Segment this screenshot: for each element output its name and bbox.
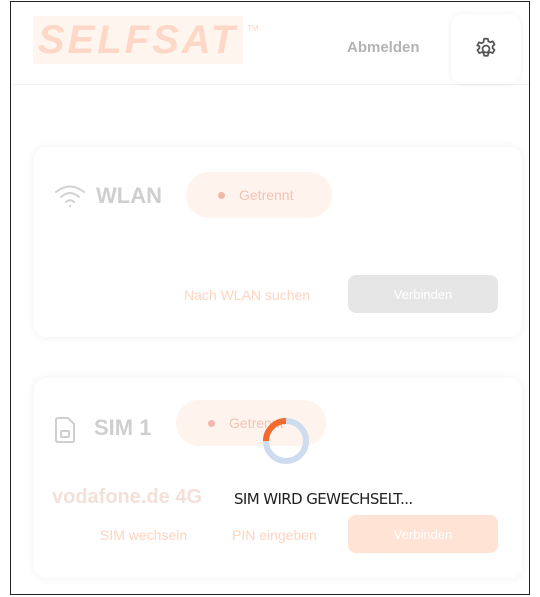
header: SELFSAT TM Abmelden [11, 2, 529, 85]
logout-button[interactable]: Abmelden [347, 39, 420, 56]
wifi-icon [55, 185, 85, 208]
wlan-status-badge: Getrennt [186, 172, 332, 218]
sim-card-icon [55, 417, 75, 443]
sim-card: SIM 1 Getrennt vodafone.de 4G SIM wechse… [34, 378, 522, 578]
sim-connect-button[interactable]: Verbinden [348, 515, 498, 553]
app-frame: SELFSAT TM Abmelden WLAN Getrennt Nach W… [10, 1, 530, 595]
status-dot [208, 419, 215, 427]
wlan-connect-button[interactable]: Verbinden [348, 275, 498, 313]
logo-text: SELFSAT [37, 18, 239, 62]
search-wlan-link[interactable]: Nach WLAN suchen [184, 287, 310, 303]
loading-message: SIM WIRD GEWECHSELT... [234, 490, 413, 508]
sim-operator: vodafone.de 4G [52, 486, 203, 508]
switch-sim-link[interactable]: SIM wechseln [100, 527, 187, 543]
status-dot [218, 191, 225, 199]
sim-title: SIM 1 [94, 415, 152, 440]
spinner-arc [263, 418, 287, 442]
settings-button[interactable] [451, 14, 521, 84]
enter-pin-link[interactable]: PIN eingeben [232, 527, 317, 543]
selfsat-logo: SELFSAT TM [33, 16, 259, 64]
loading-spinner [263, 418, 309, 464]
wlan-card: WLAN Getrennt Nach WLAN suchen Verbinden [34, 147, 522, 337]
wlan-title: WLAN [96, 183, 162, 208]
wlan-status-text: Getrennt [239, 187, 294, 203]
logo-trademark: TM [247, 24, 259, 33]
gear-icon [476, 37, 496, 57]
